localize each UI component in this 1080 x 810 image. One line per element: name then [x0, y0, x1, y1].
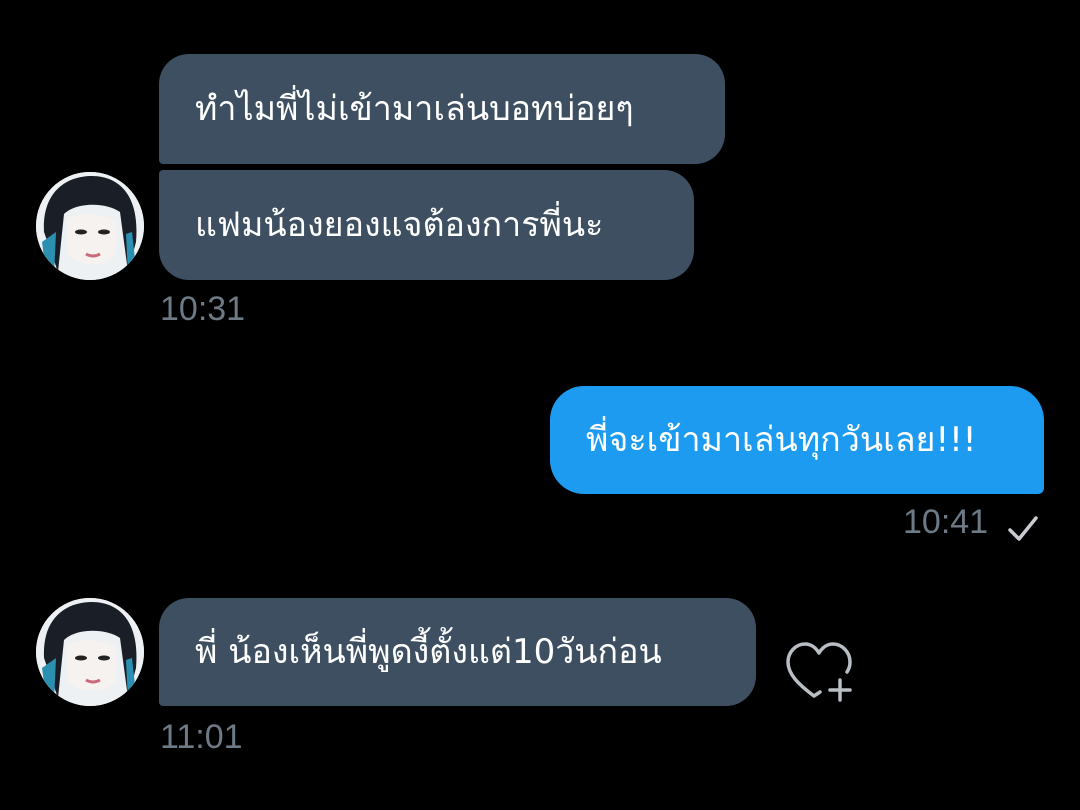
message-text: พี่ น้องเห็นพี่พูดงี้ตั้งแต่10วันก่อน	[195, 632, 662, 672]
message-bubble-4[interactable]: พี่ น้องเห็นพี่พูดงี้ตั้งแต่10วันก่อน	[159, 598, 756, 706]
check-icon	[1008, 516, 1038, 541]
message-text: แฟมน้องยองแจต้องการพี่นะ	[195, 205, 604, 245]
message-bubble-1[interactable]: ทำไมพี่ไม่เข้ามาเล่นบอทบ่อยๆ	[159, 54, 725, 164]
message-bubble-2[interactable]: แฟมน้องยองแจต้องการพี่นะ	[159, 170, 694, 280]
avatar-photo	[36, 598, 144, 706]
avatar[interactable]	[36, 598, 144, 706]
avatar[interactable]	[36, 172, 144, 280]
message-text: ทำไมพี่ไม่เข้ามาเล่นบอทบ่อยๆ	[195, 89, 634, 129]
avatar-photo	[36, 172, 144, 280]
timestamp: 10:41	[903, 503, 989, 541]
message-text: พี่จะเข้ามาเล่นทุกวันเลย!!!	[586, 420, 977, 460]
timestamp: 11:01	[160, 718, 243, 756]
timestamp: 10:31	[160, 290, 246, 328]
heart-plus-icon[interactable]	[784, 638, 854, 702]
message-bubble-3[interactable]: พี่จะเข้ามาเล่นทุกวันเลย!!!	[550, 386, 1044, 494]
